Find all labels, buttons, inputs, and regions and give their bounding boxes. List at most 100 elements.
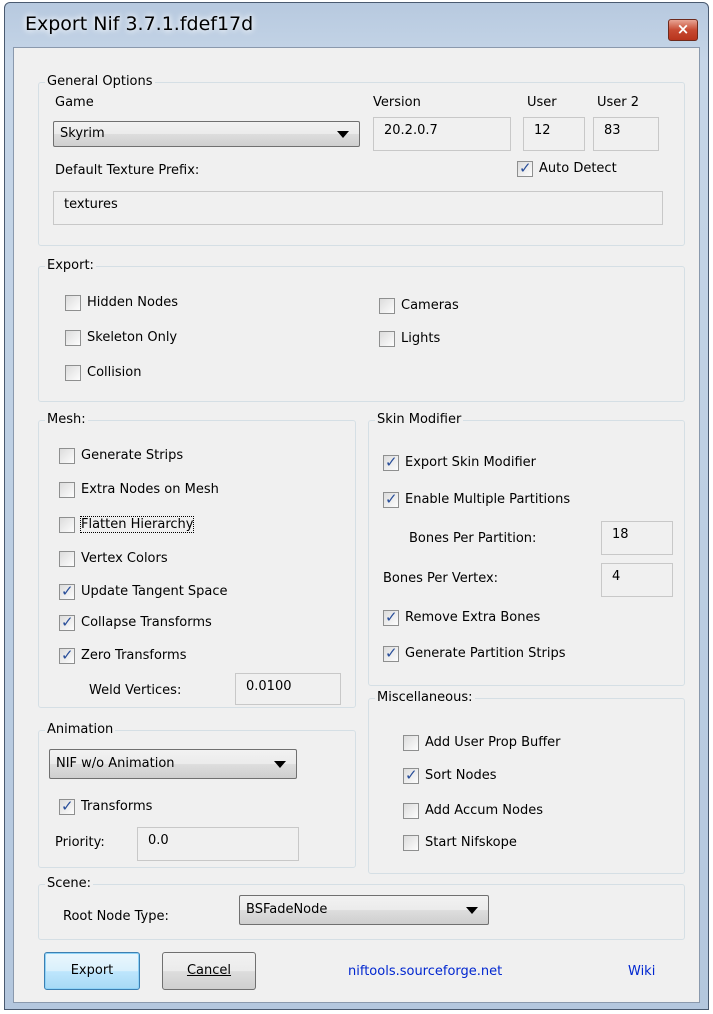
export-legend: Export:	[45, 258, 96, 273]
scene-group: Scene: Root Node Type: BSFadeNode	[38, 876, 685, 940]
mesh-legend: Mesh:	[45, 412, 88, 427]
add-accum-nodes-checkbox[interactable]	[403, 803, 419, 819]
transforms-label: Transforms	[81, 799, 153, 814]
animation-mode-value: NIF w/o Animation	[56, 756, 175, 771]
general-options-legend: General Options	[45, 74, 155, 89]
root-node-type-value: BSFadeNode	[246, 902, 328, 917]
zero-transforms-checkbox[interactable]	[59, 646, 75, 664]
niftools-site-link[interactable]: niftools.sourceforge.net	[348, 964, 502, 979]
add-user-prop-label: Add User Prop Buffer	[425, 735, 561, 750]
miscellaneous-legend: Miscellaneous:	[375, 690, 475, 705]
bones-per-vertex-input[interactable]: 4	[601, 563, 673, 597]
export-skin-label: Export Skin Modifier	[405, 455, 537, 470]
collision-checkbox[interactable]	[65, 365, 81, 381]
version-value: 20.2.0.7	[384, 123, 438, 138]
start-nifskope-checkbox[interactable]	[403, 835, 419, 851]
extra-nodes-label: Extra Nodes on Mesh	[81, 482, 219, 497]
user-field[interactable]: 12	[523, 117, 585, 151]
chevron-down-icon	[466, 907, 478, 914]
miscellaneous-group: Miscellaneous: Add User Prop Buffer Sort…	[368, 690, 685, 874]
flatten-hierarchy-checkbox[interactable]	[59, 517, 75, 533]
transforms-checkbox[interactable]	[59, 797, 75, 815]
vertex-colors-label: Vertex Colors	[81, 551, 168, 566]
close-button[interactable]: ×	[668, 19, 698, 41]
version-label: Version	[373, 95, 421, 110]
window-title: Export Nif 3.7.1.fdef17d	[25, 13, 254, 35]
update-tangent-label: Update Tangent Space	[81, 584, 228, 599]
hidden-nodes-label: Hidden Nodes	[87, 295, 178, 310]
skin-modifier-legend: Skin Modifier	[375, 412, 464, 427]
generate-strips-label: Generate Strips	[81, 448, 184, 463]
sort-nodes-checkbox[interactable]	[403, 766, 419, 784]
update-tangent-checkbox[interactable]	[59, 582, 75, 600]
export-button[interactable]: Export	[44, 952, 140, 990]
root-node-type-select[interactable]: BSFadeNode	[239, 895, 489, 925]
dialog-body: General Options Game Skyrim Version 20.2…	[13, 47, 700, 1003]
bones-per-partition-value: 18	[612, 527, 629, 542]
chevron-down-icon	[274, 761, 286, 768]
vertex-colors-checkbox[interactable]	[59, 551, 75, 567]
wiki-link[interactable]: Wiki	[628, 964, 655, 979]
skeleton-only-checkbox[interactable]	[65, 330, 81, 346]
scene-legend: Scene:	[45, 876, 94, 891]
start-nifskope-label: Start Nifskope	[425, 835, 517, 850]
export-dialog-window: Export Nif 3.7.1.fdef17d × General Optio…	[4, 2, 709, 1010]
multi-partitions-checkbox[interactable]	[383, 490, 399, 508]
close-icon: ×	[676, 20, 690, 38]
user-value: 12	[534, 123, 551, 138]
sort-nodes-label: Sort Nodes	[425, 768, 497, 783]
user2-field[interactable]: 83	[593, 117, 659, 151]
animation-legend: Animation	[45, 722, 116, 737]
partition-strips-label: Generate Partition Strips	[405, 646, 566, 661]
user2-label: User 2	[597, 95, 640, 110]
version-field[interactable]: 20.2.0.7	[373, 117, 511, 151]
partition-strips-checkbox[interactable]	[383, 644, 399, 662]
title-bar[interactable]: Export Nif 3.7.1.fdef17d ×	[5, 3, 708, 47]
animation-group: Animation NIF w/o Animation Transforms P…	[38, 722, 356, 868]
cancel-button[interactable]: Cancel	[162, 952, 256, 990]
cameras-checkbox[interactable]	[379, 298, 395, 314]
collision-label: Collision	[87, 365, 142, 380]
export-group: Export: Hidden Nodes Skeleton Only Colli…	[38, 258, 685, 402]
priority-input[interactable]: 0.0	[137, 827, 299, 861]
collapse-transforms-checkbox[interactable]	[59, 613, 75, 631]
hidden-nodes-checkbox[interactable]	[65, 295, 81, 311]
priority-value: 0.0	[148, 833, 169, 848]
export-skin-checkbox[interactable]	[383, 453, 399, 471]
auto-detect-label: Auto Detect	[539, 161, 617, 176]
texture-prefix-value: textures	[64, 197, 118, 212]
user-label: User	[527, 95, 557, 110]
mesh-group: Mesh: Generate Strips Extra Nodes on Mes…	[38, 412, 356, 708]
lights-checkbox[interactable]	[379, 331, 395, 347]
cameras-label: Cameras	[401, 298, 459, 313]
weld-vertices-value: 0.0100	[246, 679, 292, 694]
add-user-prop-checkbox[interactable]	[403, 735, 419, 751]
auto-detect-checkbox[interactable]	[517, 159, 533, 177]
remove-extra-bones-checkbox[interactable]	[383, 608, 399, 626]
skeleton-only-label: Skeleton Only	[87, 330, 178, 345]
game-select-value: Skyrim	[60, 126, 105, 141]
priority-label: Priority:	[55, 835, 105, 850]
add-accum-nodes-label: Add Accum Nodes	[425, 803, 543, 818]
root-node-type-label: Root Node Type:	[63, 909, 169, 924]
extra-nodes-checkbox[interactable]	[59, 482, 75, 498]
bones-per-vertex-label: Bones Per Vertex:	[383, 571, 499, 586]
skin-modifier-group: Skin Modifier Export Skin Modifier Enabl…	[368, 412, 685, 686]
collapse-transforms-label: Collapse Transforms	[81, 615, 212, 630]
bones-per-vertex-value: 4	[612, 569, 621, 584]
generate-strips-checkbox[interactable]	[59, 448, 75, 464]
texture-prefix-input[interactable]: textures	[53, 191, 663, 225]
game-label: Game	[55, 95, 94, 110]
weld-vertices-input[interactable]: 0.0100	[235, 673, 341, 705]
cancel-button-label: Cancel	[186, 963, 232, 978]
lights-label: Lights	[401, 331, 441, 346]
general-options-group: General Options Game Skyrim Version 20.2…	[38, 74, 685, 246]
export-button-label: Export	[70, 963, 114, 978]
animation-mode-select[interactable]: NIF w/o Animation	[49, 749, 297, 779]
bones-per-partition-input[interactable]: 18	[601, 521, 673, 555]
multi-partitions-label: Enable Multiple Partitions	[405, 492, 571, 507]
bones-per-partition-label: Bones Per Partition:	[409, 531, 537, 546]
flatten-hierarchy-label: Flatten Hierarchy	[79, 516, 195, 533]
weld-vertices-label: Weld Vertices:	[89, 683, 182, 698]
game-select[interactable]: Skyrim	[53, 121, 360, 147]
